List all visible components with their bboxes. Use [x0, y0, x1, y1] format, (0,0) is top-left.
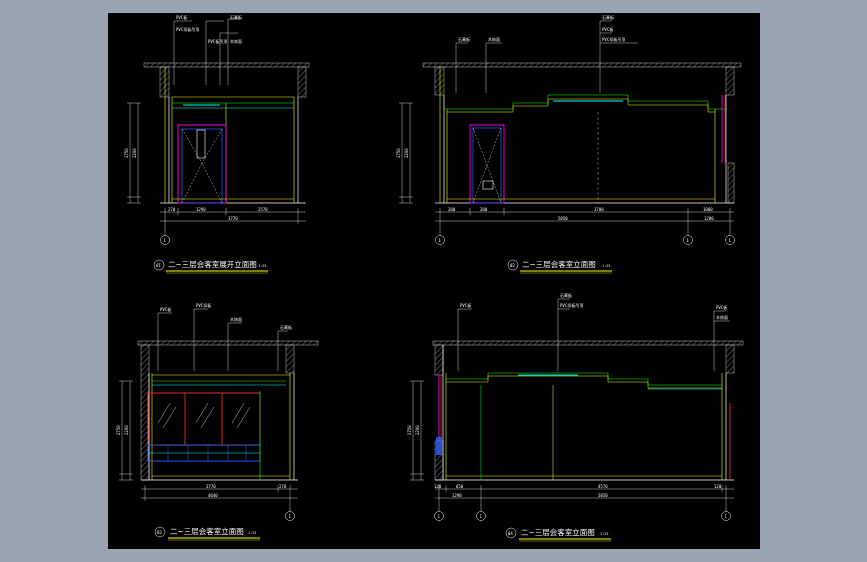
elev1-label-5: 木饰面 [230, 38, 242, 44]
elev4-label-3: PVC扣板吊顶 [560, 302, 583, 308]
elev4-label-2: 石膏板 [560, 292, 572, 298]
elev3-label-3: 木饰面 [230, 316, 242, 322]
elev2-dim-b3: 3700 [594, 207, 604, 212]
elev3-title: 二~三层会客室立面图 [170, 526, 244, 536]
elev2-label-5: PVC扣板吊顶 [602, 36, 625, 42]
elev2-dim-b4: 1000 [703, 207, 713, 212]
elev2-label-1: 石膏板 [458, 36, 470, 42]
elev4-scale: 1:25 [600, 532, 608, 536]
elev1-dim-b3: 2570 [258, 207, 268, 212]
elev4-label-5: 木饰面 [716, 314, 728, 320]
elev1-dim-total: 3770 [228, 216, 238, 221]
elev1-label-4: 石膏板 [230, 14, 242, 20]
drawing-elevation-2: 石膏板 木饰面 石膏板 PVC板 PVC扣板吊顶 2750 2200 200 2… [396, 14, 742, 274]
cad-drawing-canvas: PVC板 PVC扣板吊顶 PVC板吊顶 石膏板 木饰面 2750 2200 27… [116, 14, 744, 542]
elev1-axis-left: 1 [164, 238, 167, 243]
elev4-axis-right: 1 [725, 514, 728, 519]
elev4-number: 04 [508, 531, 513, 536]
elev2-label-4: PVC板 [602, 26, 613, 32]
elev4-dim-total: 5850 [598, 493, 608, 498]
elev3-number: 03 [157, 530, 162, 535]
elev4-label-1: PVC板 [460, 302, 471, 308]
elev2-title: 二~三层会客室立面图 [522, 259, 596, 269]
elev1-dim-b2: 1290 [196, 207, 206, 212]
elev4-dim-left-1: 2750 [407, 425, 412, 435]
elev4-title: 二~三层会客室立面图 [521, 527, 595, 537]
elev2-dim-total-2: 1200 [704, 216, 714, 221]
elev4-axis-mid: 1 [480, 514, 483, 519]
elev3-dim-left-1: 2750 [116, 425, 121, 435]
elev4-dim-b1: 120 [434, 484, 442, 489]
elev1-title: 二~三层会客室展开立面图 [168, 259, 257, 269]
elev2-dim-left-1: 2750 [396, 148, 401, 158]
elev3-axis-right: 1 [289, 514, 292, 519]
elev3-dim-b2: 270 [279, 484, 287, 489]
elev4-dim-left-2: 2200 [415, 425, 420, 435]
elev1-label-1: PVC板 [176, 14, 187, 20]
elev2-axis-left: 1 [439, 238, 442, 243]
elev1-label-2: PVC扣板吊顶 [176, 26, 199, 32]
drawing-elevation-3: PVC板 PVC扣板 木饰面 石膏板 2750 2200 3770 270 40… [116, 302, 319, 541]
elev1-dim-b1: 270 [168, 207, 176, 212]
elev2-scale: 1:25 [602, 264, 610, 268]
elev2-label-3: 石膏板 [602, 14, 614, 20]
elev2-dim-total: 5850 [558, 216, 568, 221]
elev2-dim-left-2: 2200 [404, 148, 409, 158]
elev3-label-2: PVC扣板 [196, 302, 211, 308]
elev4-dim-b3: 4570 [598, 484, 608, 489]
elev1-number: 01 [156, 263, 161, 268]
drawing-elevation-unfold: PVC板 PVC扣板吊顶 PVC板吊顶 石膏板 木饰面 2750 2200 27… [124, 14, 310, 274]
elev2-dim-b1: 200 [448, 207, 456, 212]
elev3-dim-left-2: 2200 [124, 425, 129, 435]
elev1-scale: 1:25 [258, 264, 266, 268]
elev3-dim-b1: 3770 [206, 484, 216, 489]
elev2-axis-mid: 1 [687, 238, 690, 243]
elev2-axis-right: 1 [729, 238, 732, 243]
elev4-dim-total-2: 1290 [452, 493, 462, 498]
elev1-label-3: PVC板吊顶 [208, 38, 227, 44]
elev3-label-1: PVC板 [160, 306, 171, 312]
elev3-scale: 1:25 [248, 531, 256, 535]
elev2-label-2: 木饰面 [488, 36, 500, 42]
elev4-axis-left: 1 [438, 514, 441, 519]
elev3-dim-total: 4040 [208, 493, 218, 498]
elev4-dim-b2: 650 [456, 484, 464, 489]
elev1-dim-left-1: 2750 [124, 148, 129, 158]
elev4-label-4: PVC板 [716, 304, 727, 310]
elev3-label-4: 石膏板 [280, 324, 292, 330]
drawing-elevation-4: PVC板 石膏板 PVC扣板吊顶 PVC板 木饰面 2750 2200 120 … [407, 292, 744, 542]
elev2-number: 02 [510, 263, 515, 268]
elev4-dim-b4: 120 [714, 484, 722, 489]
elev1-dim-left-2: 2200 [132, 148, 137, 158]
elev2-dim-b2: 200 [480, 207, 488, 212]
cad-viewport[interactable]: PVC板 PVC扣板吊顶 PVC板吊顶 石膏板 木饰面 2750 2200 27… [108, 13, 760, 549]
